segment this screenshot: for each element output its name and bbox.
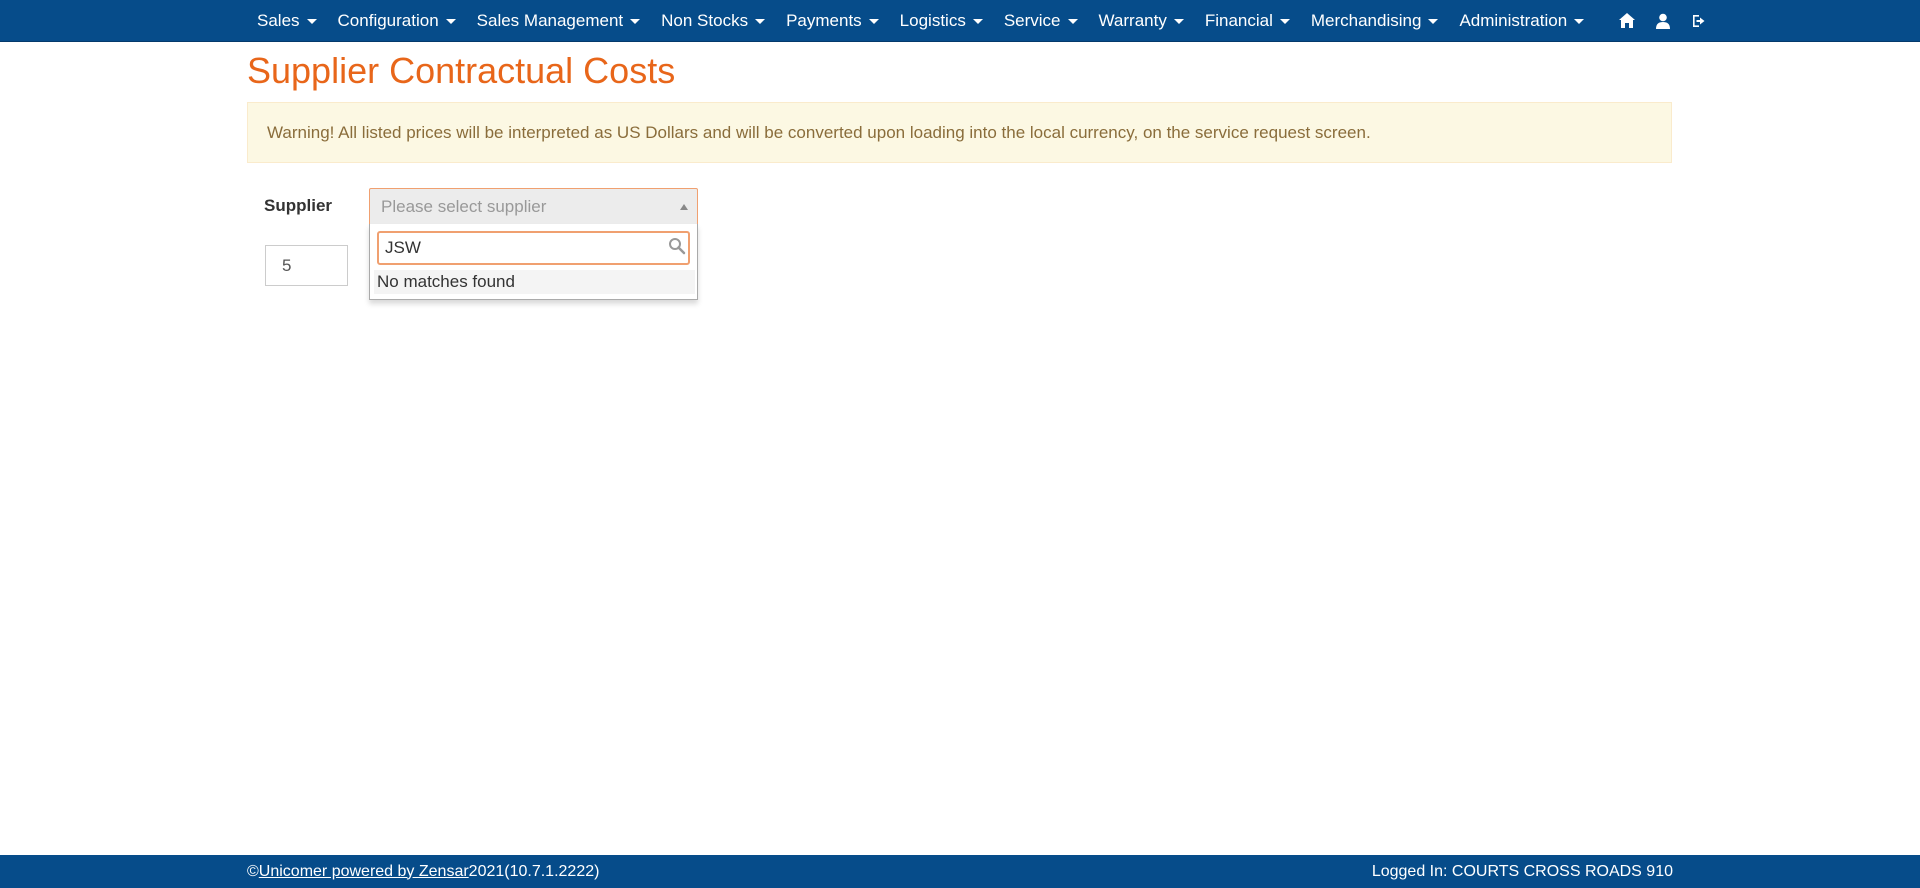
caret-down-icon [1067,19,1078,24]
nav-item-label: Sales Management [476,10,624,30]
caret-down-icon [306,19,317,24]
top-navbar: Sales Configuration Sales Management Non… [0,0,1920,42]
nav-item-financial[interactable]: Financial [1195,0,1301,41]
caret-down-icon [1574,19,1585,24]
supplier-search-input[interactable] [377,231,690,265]
nav-item-label: Payments [786,10,862,30]
supplier-dropdown: No matches found [369,224,698,300]
nav-item-payments[interactable]: Payments [776,0,890,41]
caret-up-icon [680,204,688,210]
nav-item-label: Logistics [899,10,966,30]
caret-down-icon [972,19,983,24]
nav-item-service[interactable]: Service [994,0,1089,41]
caret-down-icon [1279,19,1290,24]
nav-icon-group [1609,11,1717,31]
nav-item-non-stocks[interactable]: Non Stocks [651,0,776,41]
page-title: Supplier Contractual Costs [247,50,676,91]
supplier-select[interactable]: Please select supplier [369,188,698,225]
nav-item-label: Warranty [1098,10,1167,30]
logout-icon[interactable] [1689,11,1709,31]
nav-item-warranty[interactable]: Warranty [1089,0,1195,41]
logged-in-status: Logged In: COURTS CROSS ROADS 910 [1371,862,1673,880]
caret-down-icon [1173,19,1184,24]
currency-warning-alert: Warning! All listed prices will be inter… [247,102,1672,163]
footer-year: 2021 [468,862,505,880]
nav-item-administration[interactable]: Administration [1449,0,1595,41]
nav-item-label: Financial [1204,10,1273,30]
no-matches-message: No matches found [374,270,695,294]
app-version: (10.7.1.2222) [504,862,600,880]
copyright-symbol: © [247,862,259,880]
nav-item-label: Service [1003,10,1061,30]
caret-down-icon [868,19,879,24]
nav-item-label: Merchandising [1310,10,1422,30]
company-link[interactable]: Unicomer powered by Zensar [259,863,469,881]
nav-item-merchandising[interactable]: Merchandising [1301,0,1450,41]
page-size-input[interactable] [265,245,348,286]
nav-item-label: Configuration [337,10,439,30]
caret-down-icon [1428,19,1439,24]
user-icon[interactable] [1653,11,1673,31]
supplier-label: Supplier [264,196,333,215]
nav-item-sales[interactable]: Sales [247,0,328,41]
nav-item-label: Non Stocks [661,10,749,30]
supplier-select-placeholder: Please select supplier [381,196,547,216]
footer: © Unicomer powered by Zensar 2021 (10.7.… [0,855,1920,888]
nav-item-logistics[interactable]: Logistics [890,0,994,41]
caret-down-icon [630,19,641,24]
home-icon[interactable] [1617,11,1637,31]
nav-item-label: Administration [1459,10,1568,30]
nav-item-label: Sales [257,10,300,30]
caret-down-icon [755,19,766,24]
search-icon [669,238,686,255]
nav-menu: Sales Configuration Sales Management Non… [247,0,1717,41]
nav-item-configuration[interactable]: Configuration [328,0,467,41]
footer-left: © Unicomer powered by Zensar 2021 (10.7.… [247,855,599,888]
nav-item-sales-management[interactable]: Sales Management [467,0,651,41]
caret-down-icon [445,19,456,24]
